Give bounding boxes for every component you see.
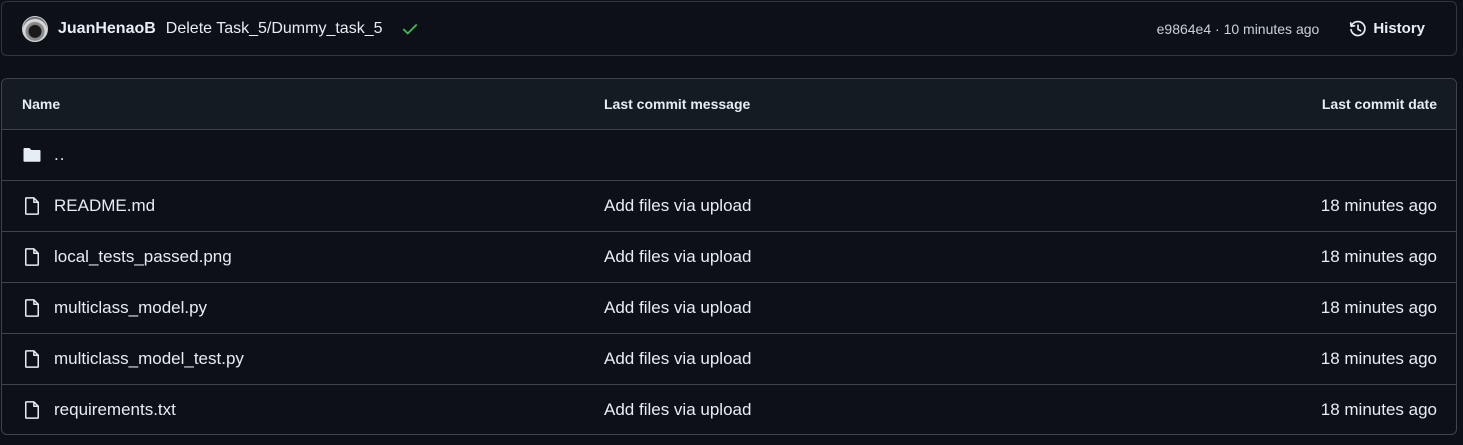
file-icon	[22, 385, 42, 434]
commit-sha-time[interactable]: e9864e4 · 10 minutes ago	[1157, 21, 1320, 37]
history-icon	[1350, 20, 1367, 36]
file-icon	[22, 334, 42, 384]
commit-message-link[interactable]: Add files via upload	[604, 334, 751, 384]
table-row: local_tests_passed.png Add files via upl…	[2, 232, 1456, 283]
commit-date: 18 minutes ago	[1320, 298, 1437, 317]
check-icon[interactable]	[401, 20, 419, 38]
file-icon	[22, 181, 42, 231]
file-name-link[interactable]: README.md	[54, 181, 155, 231]
folder-icon	[22, 130, 42, 180]
commit-message-link[interactable]: Add files via upload	[604, 232, 751, 282]
commit-author[interactable]: JuanHenaoB	[58, 20, 156, 38]
commit-message[interactable]: Delete Task_5/Dummy_task_5	[166, 20, 383, 38]
latest-commit-bar: JuanHenaoB Delete Task_5/Dummy_task_5 e9…	[1, 1, 1457, 56]
commit-message-link[interactable]: Add files via upload	[604, 385, 751, 434]
commit-date: 18 minutes ago	[1320, 349, 1437, 368]
commit-date: 18 minutes ago	[1320, 247, 1437, 266]
table-row: requirements.txt Add files via upload 18…	[2, 385, 1456, 434]
header-date: Last commit date	[1321, 96, 1437, 112]
file-name-link[interactable]: requirements.txt	[54, 385, 176, 434]
table-row: multiclass_model.py Add files via upload…	[2, 283, 1456, 334]
file-name-link[interactable]: local_tests_passed.png	[54, 232, 232, 282]
commit-message-link[interactable]: Add files via upload	[604, 283, 751, 333]
history-button[interactable]: History	[1339, 16, 1435, 42]
parent-directory-link[interactable]: ..	[54, 130, 65, 180]
file-table: Name Last commit message Last commit dat…	[1, 78, 1457, 435]
commit-message-link[interactable]: Add files via upload	[604, 181, 751, 231]
author-avatar[interactable]	[22, 15, 48, 42]
table-row: multiclass_model_test.py Add files via u…	[2, 334, 1456, 385]
table-row: README.md Add files via upload 18 minute…	[2, 181, 1456, 232]
header-name: Name	[22, 96, 61, 112]
file-name-link[interactable]: multiclass_model.py	[54, 283, 207, 333]
file-icon	[22, 283, 42, 333]
header-message: Last commit message	[604, 96, 751, 112]
file-icon	[22, 232, 42, 282]
commit-date: 18 minutes ago	[1320, 400, 1437, 419]
commit-date: 18 minutes ago	[1320, 196, 1437, 215]
file-name-link[interactable]: multiclass_model_test.py	[54, 334, 244, 384]
parent-directory-row[interactable]: ..	[2, 130, 1456, 181]
table-header: Name Last commit message Last commit dat…	[2, 79, 1456, 130]
history-label: History	[1373, 20, 1425, 37]
